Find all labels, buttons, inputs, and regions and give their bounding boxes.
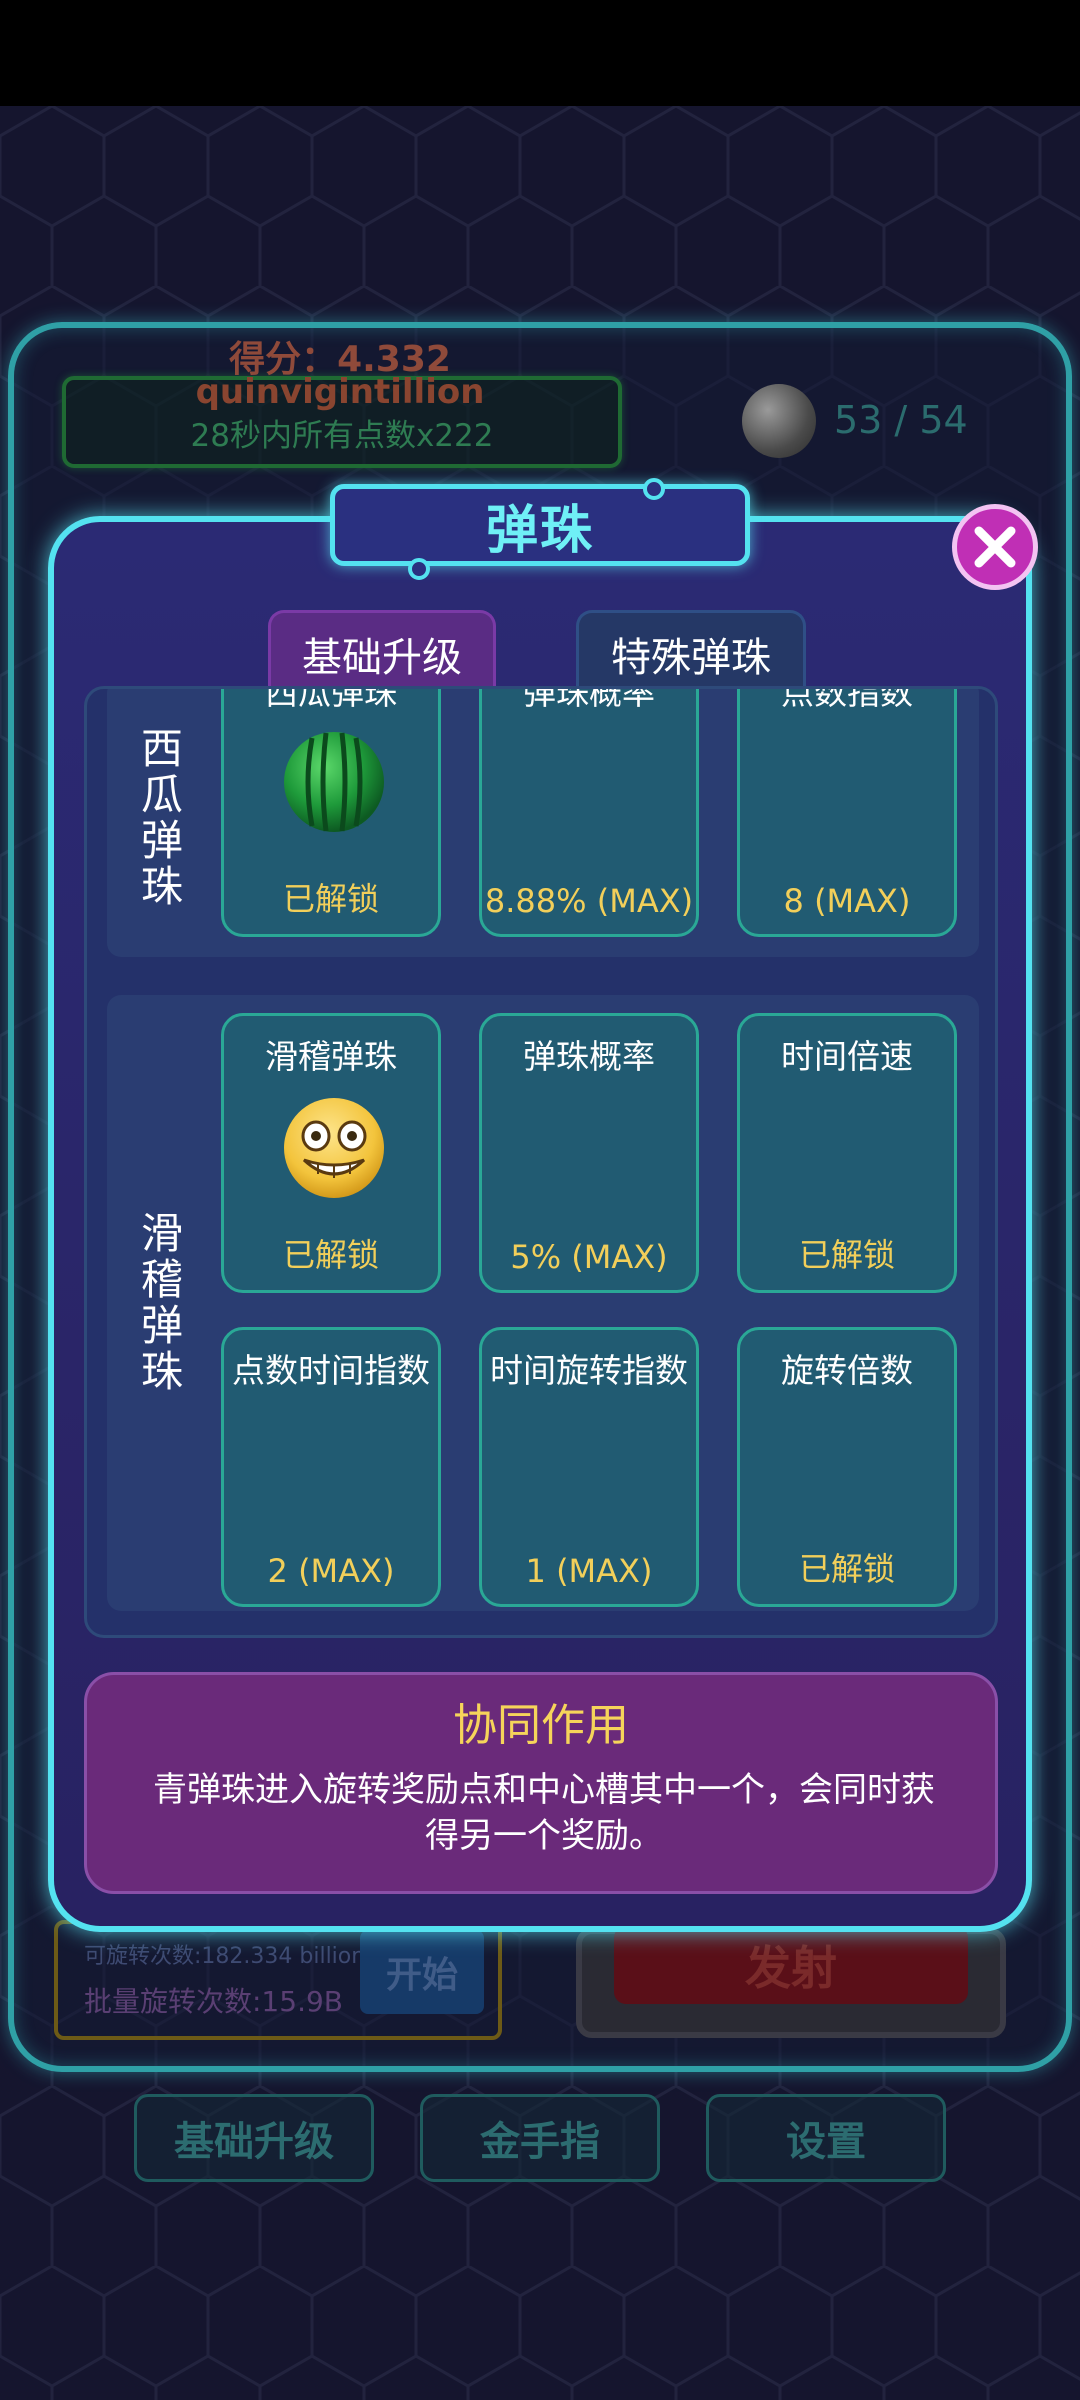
nav-basic-upgrade-button[interactable]: 基础升级 — [134, 2094, 374, 2182]
card-value: 2 (MAX) — [267, 1552, 395, 1590]
card-points-time-exponent[interactable]: 点数时间指数 2 (MAX) — [221, 1327, 441, 1607]
start-button[interactable]: 开始 — [360, 1930, 484, 2014]
card-value: 5% (MAX) — [510, 1238, 668, 1276]
ball-count: 53 / 54 — [834, 398, 968, 442]
card-title: 滑稽弹珠 — [265, 1037, 397, 1076]
card-title: 弹珠概率 — [523, 686, 655, 712]
nav-cheat-button[interactable]: 金手指 — [420, 2094, 660, 2182]
card-title: 西瓜弹珠 — [265, 686, 397, 712]
score-unit: quinvigintillion — [195, 372, 485, 412]
card-value: 8 (MAX) — [783, 882, 911, 920]
group-funny-marble: 滑稽弹珠 滑稽弹珠 已解锁 弹珠概率 5% (MAX) 时间倍速 已解锁 点数时… — [107, 995, 979, 1611]
card-watermelon-marble[interactable]: 西瓜弹珠 已解锁 — [221, 686, 441, 937]
watermelon-icon — [284, 732, 384, 832]
synergy-panel: 协同作用 青弹珠进入旋转奖励点和中心槽其中一个，会同时获得另一个奖励。 — [84, 1672, 998, 1894]
card-title: 点数时间指数 — [232, 1351, 430, 1390]
tab-special-marble[interactable]: 特殊弹珠 — [576, 610, 806, 694]
card-value: 已解锁 — [282, 880, 379, 918]
card-value: 已解锁 — [282, 1236, 379, 1274]
close-icon — [974, 526, 1016, 568]
modal-title: 弹珠 — [330, 484, 750, 566]
ball-icon — [742, 384, 816, 458]
card-title: 时间旋转指数 — [490, 1351, 688, 1390]
synergy-description: 青弹珠进入旋转奖励点和中心槽其中一个，会同时获得另一个奖励。 — [153, 1770, 935, 1856]
card-value: 已解锁 — [798, 1236, 895, 1274]
card-value: 8.88% (MAX) — [484, 882, 694, 920]
card-value: 1 (MAX) — [525, 1552, 653, 1590]
title-decor-dot — [643, 478, 665, 500]
card-spin-multiplier[interactable]: 旋转倍数 已解锁 — [737, 1327, 957, 1607]
card-marble-probability[interactable]: 弹珠概率 5% (MAX) — [479, 1013, 699, 1293]
boost-text: 28秒内所有点数x222 — [190, 418, 494, 454]
card-marble-probability[interactable]: 弹珠概率 8.88% (MAX) — [479, 686, 699, 937]
funny-face-icon — [284, 1098, 384, 1198]
card-points-exponent[interactable]: 点数指数 8 (MAX) — [737, 686, 957, 937]
batch-spin-count: 批量旋转次数:15.9B — [84, 1985, 343, 2018]
launch-button[interactable]: 发射 — [614, 1926, 968, 2004]
card-time-spin-exponent[interactable]: 时间旋转指数 1 (MAX) — [479, 1327, 699, 1607]
card-title: 时间倍速 — [781, 1037, 913, 1076]
group-label: 滑稽弹珠 — [140, 1209, 183, 1396]
nav-settings-button[interactable]: 设置 — [706, 2094, 946, 2182]
group-label: 西瓜弹珠 — [140, 724, 183, 911]
card-title: 弹珠概率 — [523, 1037, 655, 1076]
card-time-speed[interactable]: 时间倍速 已解锁 — [737, 1013, 957, 1293]
card-value: 已解锁 — [798, 1550, 895, 1588]
group-watermelon-marble: 西瓜弹珠 西瓜弹珠 已解锁 弹珠概率 8.88% (MAX) 点数指数 8 (M… — [107, 686, 979, 957]
spin-count: 可旋转次数:182.334 billion — [84, 1944, 366, 1969]
tab-basic-upgrade[interactable]: 基础升级 — [268, 610, 496, 694]
title-decor-dot — [408, 558, 430, 580]
card-title: 旋转倍数 — [781, 1351, 913, 1390]
synergy-title: 协同作用 — [453, 1700, 629, 1751]
upgrade-list[interactable]: 西瓜弹珠 西瓜弹珠 已解锁 弹珠概率 8.88% (MAX) 点数指数 8 (M… — [84, 686, 998, 1638]
card-funny-marble[interactable]: 滑稽弹珠 已解锁 — [221, 1013, 441, 1293]
status-bar — [0, 0, 1080, 106]
card-title: 点数指数 — [781, 686, 913, 712]
close-button[interactable] — [952, 504, 1038, 590]
